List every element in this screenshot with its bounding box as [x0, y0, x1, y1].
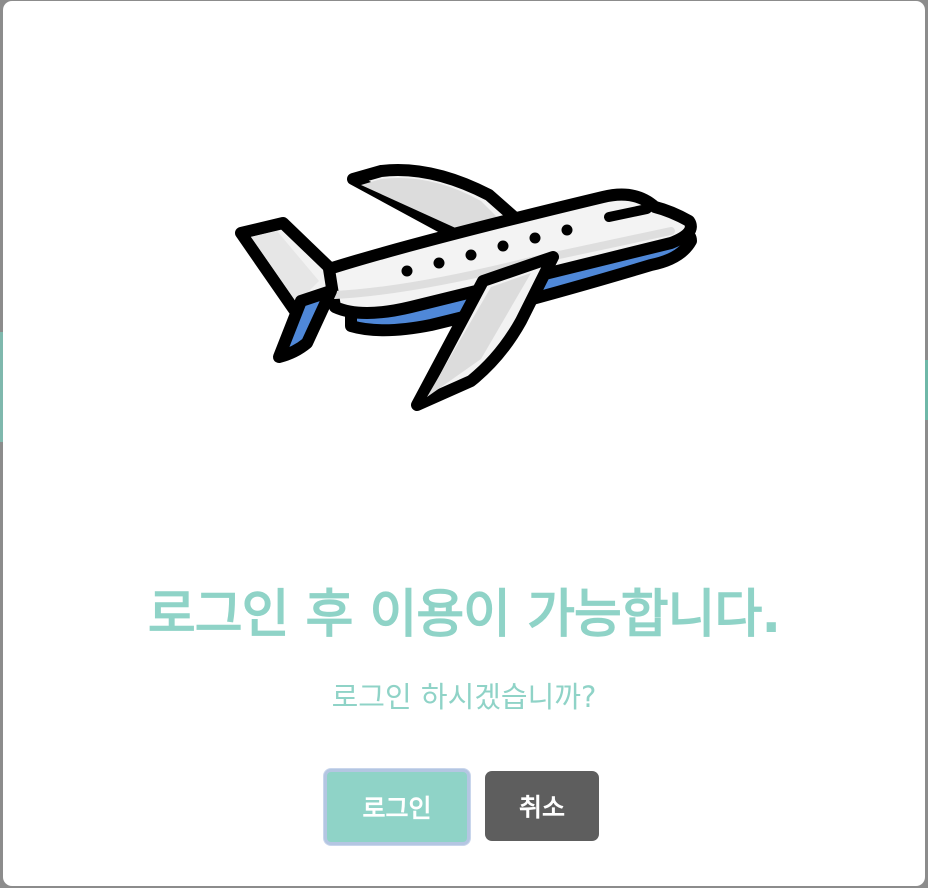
- cancel-button[interactable]: 취소: [485, 771, 599, 841]
- dialog-title: 로그인 후 이용이 가능합니다.: [147, 585, 781, 645]
- login-button[interactable]: 로그인: [324, 769, 470, 845]
- login-required-dialog: 로그인 후 이용이 가능합니다. 로그인 하시겠습니까? 로그인 취소: [3, 1, 925, 886]
- airplane-icon: [231, 161, 701, 419]
- dialog-message: 로그인 하시겠습니까?: [331, 680, 597, 714]
